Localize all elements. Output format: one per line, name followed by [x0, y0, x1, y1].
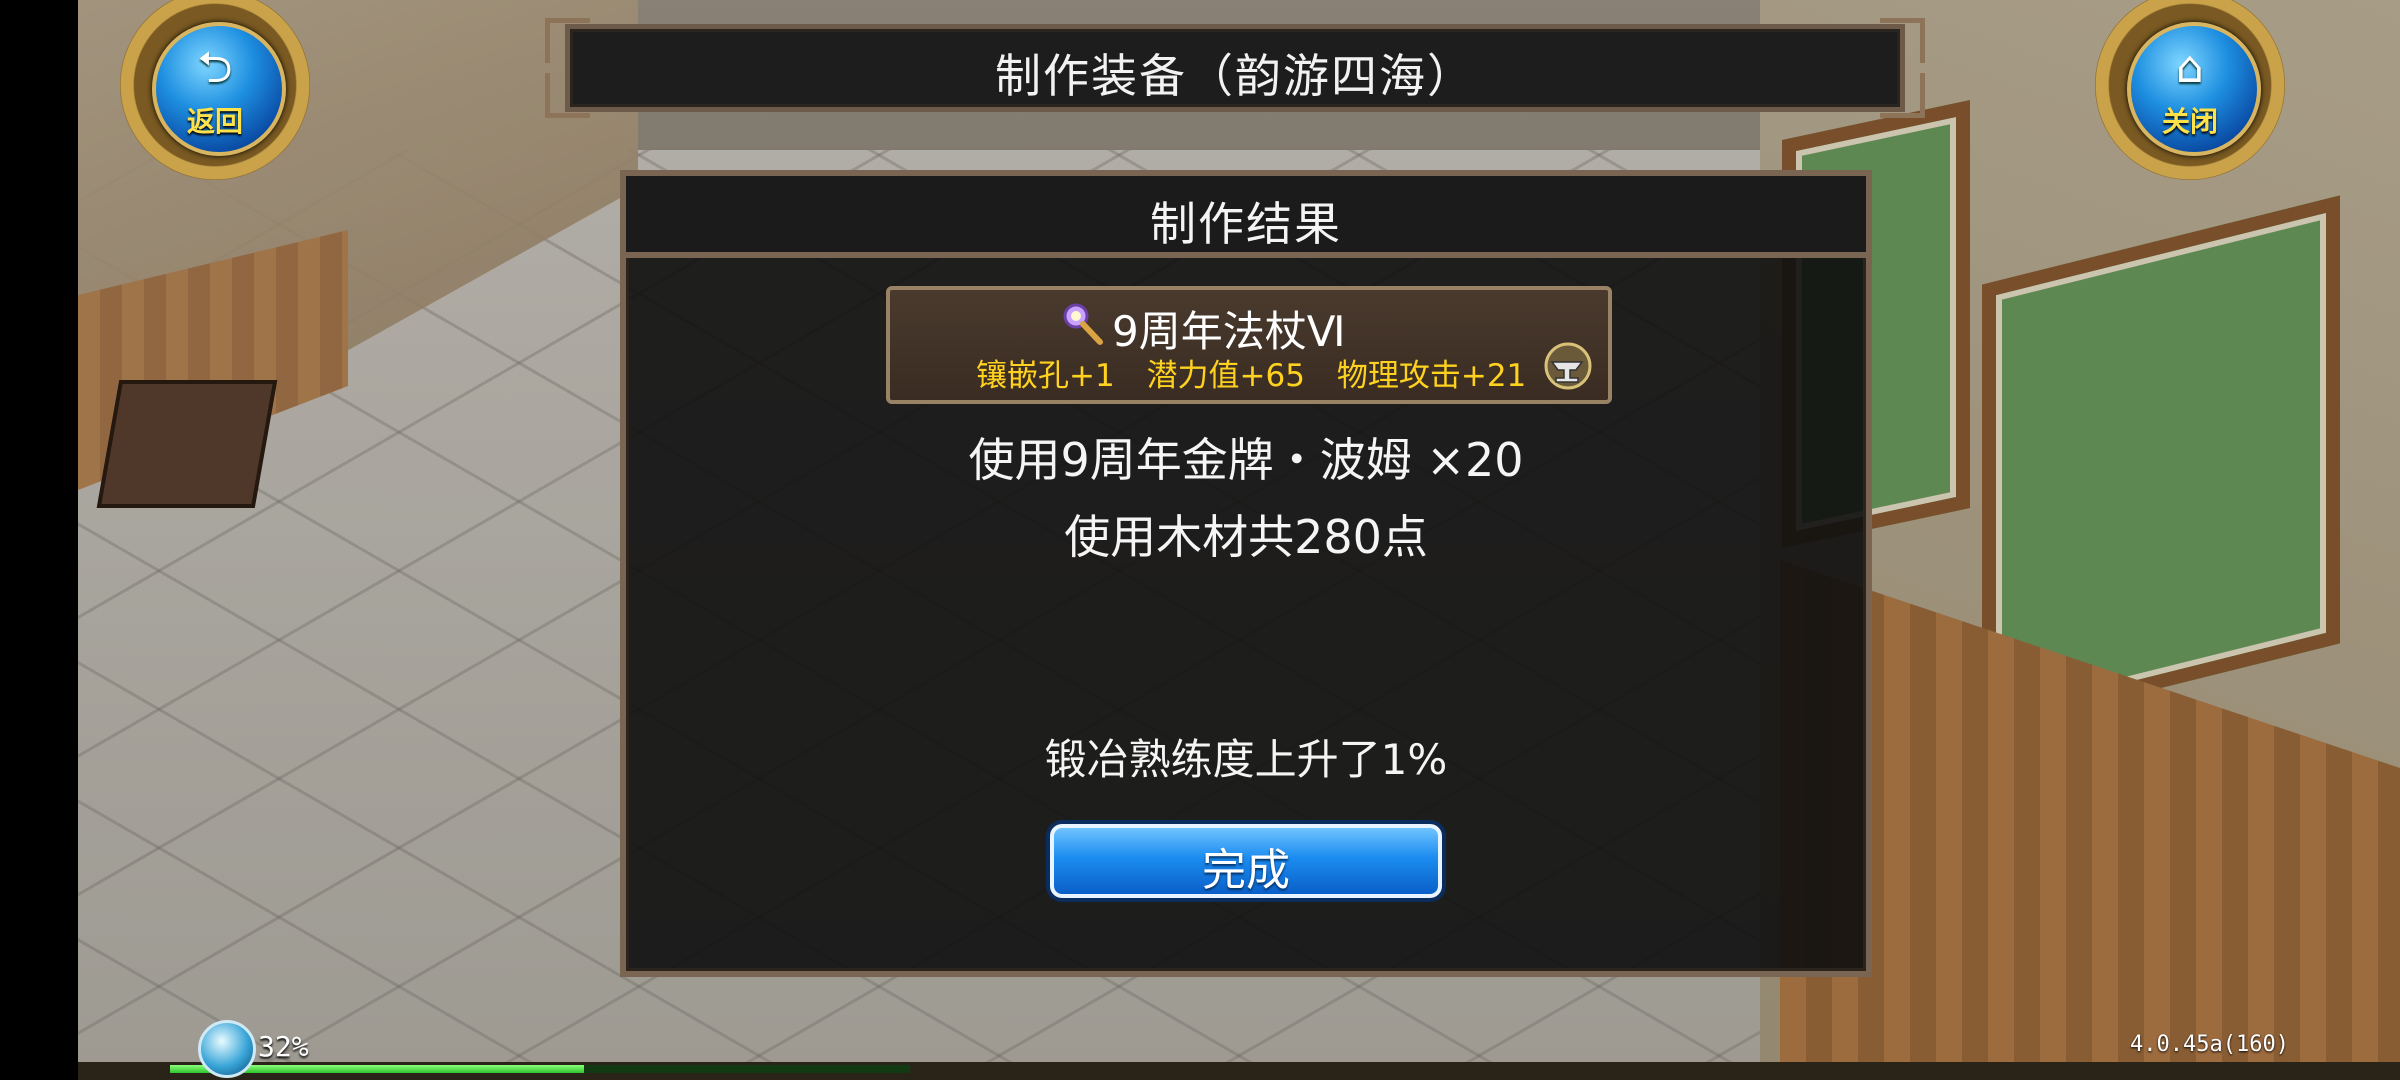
- close-button-label: 关闭: [2161, 105, 2218, 138]
- done-button-label: 完成: [1202, 845, 1290, 896]
- stat-potential: 潜力值+65: [1146, 358, 1305, 394]
- anvil-icon: [1544, 342, 1592, 390]
- page-title: 制作装备（韵游四海）: [995, 49, 1475, 103]
- window-title-bar: 制作装备（韵游四海）: [545, 18, 1925, 118]
- stat-socket: 镶嵌孔+1: [976, 358, 1115, 394]
- craft-result-panel: 制作结果 9周年法杖Ⅵ 镶嵌孔+1 潜力值+65 物理攻击+21 使用9周年金牌…: [620, 170, 1872, 977]
- used-wood-text: 使用木材共280点: [1064, 510, 1428, 564]
- skill-up-text: 锻冶熟练度上升了1%: [1044, 735, 1448, 784]
- close-button[interactable]: ⌂ 关闭: [2075, 0, 2305, 190]
- item-stats: 镶嵌孔+1 潜力值+65 物理攻击+21: [976, 350, 1548, 395]
- return-arrow-icon: ⮌: [197, 42, 233, 93]
- version-label: 4.0.45a(160): [2130, 1032, 2289, 1057]
- panel-title: 制作结果: [1150, 197, 1342, 251]
- back-button-label: 返回: [186, 105, 243, 138]
- exp-progress-bar: [170, 1065, 910, 1073]
- crafted-item-card[interactable]: 9周年法杖Ⅵ 镶嵌孔+1 潜力值+65 物理攻击+21: [886, 286, 1612, 404]
- back-button[interactable]: ⮌ 返回: [100, 0, 330, 190]
- done-button[interactable]: 完成: [1050, 824, 1442, 898]
- panel-header: 制作结果: [626, 176, 1866, 258]
- exp-percent: 32%: [258, 1030, 309, 1063]
- stat-physical-attack: 物理攻击+21: [1336, 358, 1527, 394]
- staff-icon: [1063, 303, 1103, 345]
- exp-orb-icon: [198, 1020, 256, 1078]
- used-medal-text: 使用9周年金牌・波姆 ×20: [968, 433, 1524, 487]
- home-icon: ⌂: [2176, 42, 2204, 93]
